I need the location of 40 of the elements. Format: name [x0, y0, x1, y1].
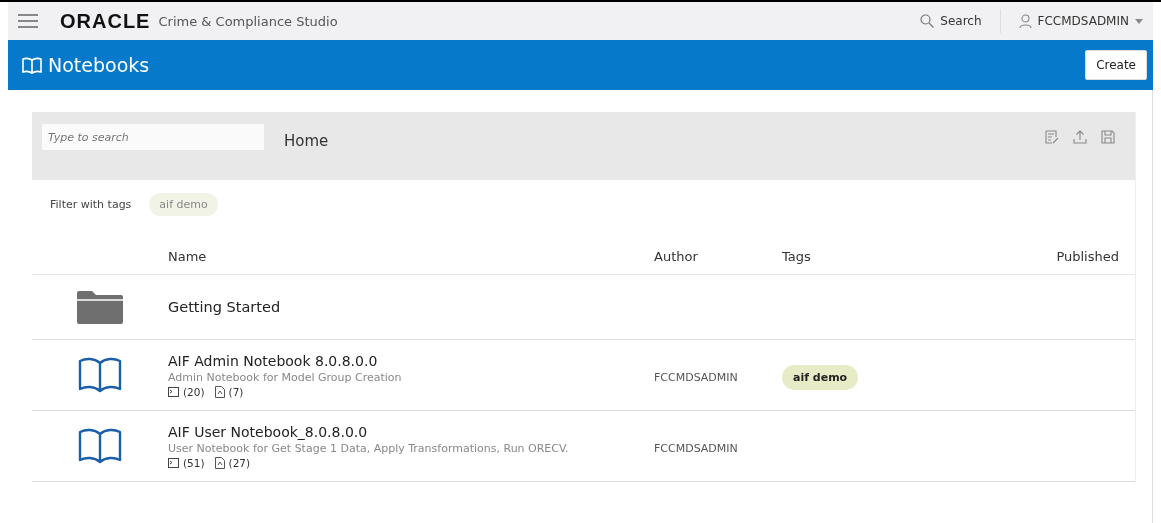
caret-icon — [1135, 18, 1143, 24]
column-header[interactable]: Author — [654, 249, 782, 264]
search-link[interactable]: Search — [920, 14, 982, 28]
upload-icon[interactable] — [1073, 130, 1087, 144]
terminal-icon — [168, 457, 179, 468]
column-header[interactable]: Tags — [782, 249, 1039, 264]
notebook-name[interactable]: AIF User Notebook_8.0.8.0.0 — [168, 423, 654, 440]
breadcrumb: Home — [284, 132, 329, 150]
document-icon — [214, 385, 225, 398]
search-icon — [920, 14, 935, 28]
user-menu[interactable]: FCCMDSADMIN — [1018, 14, 1143, 28]
paragraph-count: (51) — [183, 456, 205, 469]
author-cell: FCCMDSADMIN — [654, 441, 738, 455]
product-name: Crime & Compliance Studio — [158, 13, 338, 29]
filter-label: Filter with tags — [50, 198, 132, 211]
notebook-name[interactable]: Getting Started — [168, 299, 654, 315]
book-icon — [78, 357, 122, 393]
folder-icon — [77, 290, 123, 324]
author-cell: FCCMDSADMIN — [654, 370, 738, 384]
book-icon — [78, 428, 122, 464]
search-field[interactable]: Type to search — [42, 124, 264, 150]
logo: ORACLE — [60, 9, 151, 33]
paragraph-count: (20) — [183, 385, 205, 398]
menu-icon[interactable] — [18, 14, 38, 28]
notebook-name[interactable]: AIF Admin Notebook 8.0.8.0.0 — [168, 352, 654, 369]
version-count: (27) — [228, 456, 251, 469]
terminal-icon — [168, 386, 179, 397]
column-header[interactable]: Published — [1039, 249, 1119, 264]
notebook-description: Admin Notebook for Model Group Creation — [168, 370, 403, 384]
create-button[interactable]: Create — [1085, 50, 1147, 80]
notebook-description: User Notebook for Get Stage 1 Data, Apply Transformations, Run ORECV. — [168, 441, 570, 455]
user-icon — [1018, 14, 1032, 28]
tag-chip[interactable]: aif demo — [782, 364, 859, 390]
document-icon — [214, 456, 225, 469]
book-icon — [22, 56, 42, 74]
edit-list-icon[interactable] — [1045, 130, 1059, 144]
save-icon[interactable] — [1101, 130, 1115, 144]
page-title: Notebooks — [48, 54, 150, 76]
version-count: (7) — [228, 385, 244, 398]
column-header[interactable]: Name — [168, 249, 654, 264]
